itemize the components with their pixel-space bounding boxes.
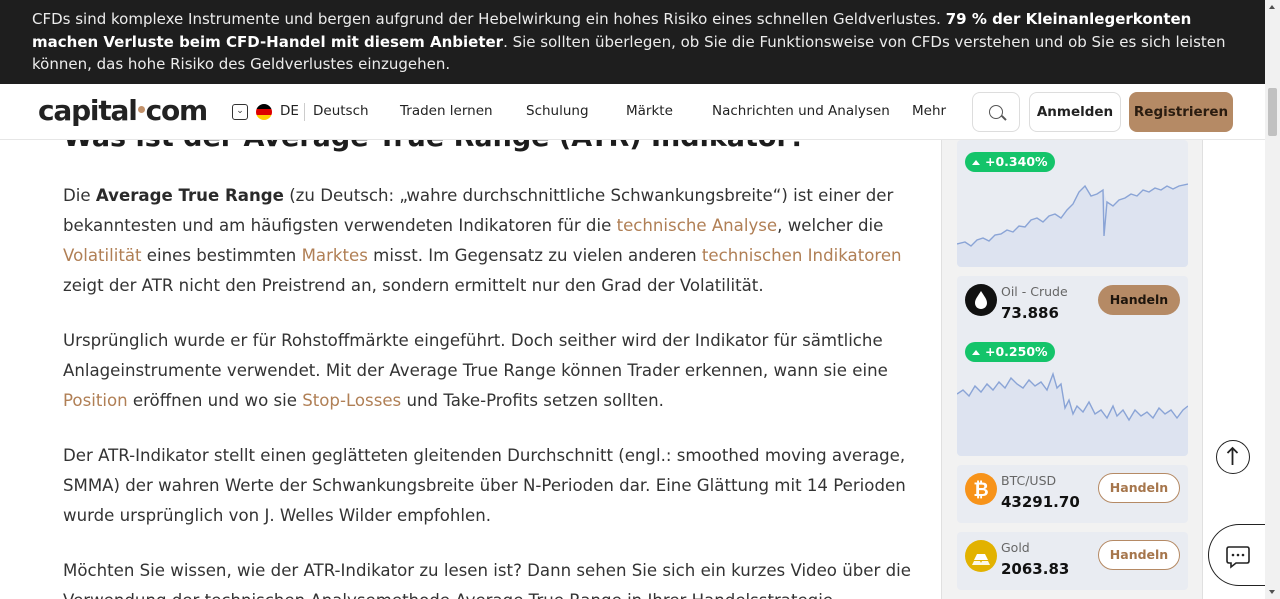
logo-left-text: capital [38, 94, 138, 127]
paragraph-3: Der ATR-Indikator stellt einen geglättet… [63, 446, 906, 525]
asset-price: 73.886 [1001, 304, 1059, 322]
market-card-top[interactable]: +0.340% [957, 140, 1188, 267]
paragraph-2: Ursprünglich wurde er für Rohstoffmärkte… [63, 326, 913, 416]
article-heading: Was ist der Average True Range (ATR) Ind… [63, 140, 805, 153]
asset-price: 43291.70 [1001, 493, 1080, 511]
link-stop-losses[interactable]: Stop-Losses [302, 391, 401, 410]
logo[interactable]: capital com [38, 94, 209, 127]
search-icon [989, 105, 1003, 119]
text: misst. Im Gegensatz zu vielen anderen [367, 246, 702, 265]
language-name[interactable]: Deutsch [313, 103, 369, 119]
risk-warning-banner: CFDs sind komplexe Instrumente und berge… [0, 0, 1265, 84]
scroll-down-arrow-icon[interactable] [1269, 590, 1275, 594]
svg-text:₿: ₿ [973, 479, 988, 501]
asset-name: Gold [1001, 540, 1030, 555]
text: eines bestimmten [141, 246, 302, 265]
gold-bars-icon [965, 540, 997, 572]
search-button[interactable] [972, 92, 1020, 132]
german-flag-icon[interactable] [256, 104, 272, 120]
arrow-up-icon [972, 160, 980, 165]
site-header: capital com ⌄ DE Deutsch Traden lernen Sc… [0, 84, 1265, 140]
nav-schulung[interactable]: Schulung [526, 103, 589, 119]
link-marktes[interactable]: Marktes [302, 246, 368, 265]
bitcoin-icon: ₿ [965, 473, 997, 505]
text: Die [63, 186, 96, 205]
logo-right-text: com [145, 94, 209, 127]
register-button[interactable]: Registrieren [1129, 92, 1233, 132]
bold-term: Average True Range [95, 186, 284, 205]
risk-text-a: CFDs sind komplexe Instrumente und berge… [32, 10, 946, 28]
link-technische-indikatoren[interactable]: technischen Indikatoren [702, 246, 902, 265]
language-code[interactable]: DE [280, 103, 299, 119]
text: eröffnen und wo sie [127, 391, 303, 410]
login-button[interactable]: Anmelden [1029, 92, 1121, 132]
paragraph-4: Möchten Sie wissen, wie der ATR-Indikato… [63, 561, 911, 599]
paragraph-1: Die Average True Range (zu Deutsch: „wah… [63, 181, 913, 301]
scrollbar[interactable] [1265, 0, 1280, 599]
article-content: Was ist der Average True Range (ATR) Ind… [63, 140, 913, 599]
trade-button[interactable]: Handeln [1098, 540, 1180, 570]
market-sidebar: +0.340% Oil - Crude 73.886 Handeln +0.25… [941, 140, 1203, 599]
link-volatilitaet[interactable]: Volatilität [63, 246, 142, 265]
scroll-up-arrow-icon[interactable] [1269, 5, 1275, 9]
change-value: +0.340% [985, 154, 1048, 169]
asset-price: 2063.83 [1001, 560, 1070, 578]
nav-traden-lernen[interactable]: Traden lernen [400, 103, 493, 119]
logo-dot [137, 105, 145, 113]
nav-mehr[interactable]: Mehr [912, 103, 946, 119]
sparkline [957, 183, 1188, 267]
trade-button[interactable]: Handeln [1098, 473, 1180, 503]
arrow-up-icon [972, 350, 980, 355]
scroll-to-top-button[interactable] [1216, 440, 1250, 474]
link-technische-analyse[interactable]: technische Analyse [617, 216, 778, 235]
market-card-oil[interactable]: Oil - Crude 73.886 Handeln +0.250% [957, 276, 1188, 456]
text: Ursprünglich wurde er für Rohstoffmärkte… [63, 331, 888, 380]
text: zeigt der ATR nicht den Preistrend an, s… [63, 276, 764, 295]
text: und Take-Profits setzen sollten. [401, 391, 664, 410]
market-card-gold[interactable]: Gold 2063.83 Handeln [957, 532, 1188, 590]
market-card-btc[interactable]: ₿ BTC/USD 43291.70 Handeln [957, 465, 1188, 523]
asset-name: Oil - Crude [1001, 284, 1068, 299]
scrollbar-thumb[interactable] [1268, 88, 1277, 136]
trade-button[interactable]: Handeln [1098, 285, 1180, 315]
text: , welcher die [777, 216, 884, 235]
oil-drop-icon [965, 284, 997, 316]
asset-name: BTC/USD [1001, 473, 1057, 488]
divider [304, 103, 305, 121]
sparkline [957, 371, 1188, 456]
chevron-down-icon[interactable]: ⌄ [232, 104, 248, 120]
arrow-up-icon [1226, 446, 1239, 465]
link-position[interactable]: Position [63, 391, 128, 410]
nav-nachrichten[interactable]: Nachrichten und Analysen [712, 103, 890, 119]
change-badge: +0.340% [965, 152, 1055, 172]
change-badge: +0.250% [965, 342, 1055, 362]
nav-maerkte[interactable]: Märkte [626, 103, 673, 119]
change-value: +0.250% [985, 344, 1048, 359]
